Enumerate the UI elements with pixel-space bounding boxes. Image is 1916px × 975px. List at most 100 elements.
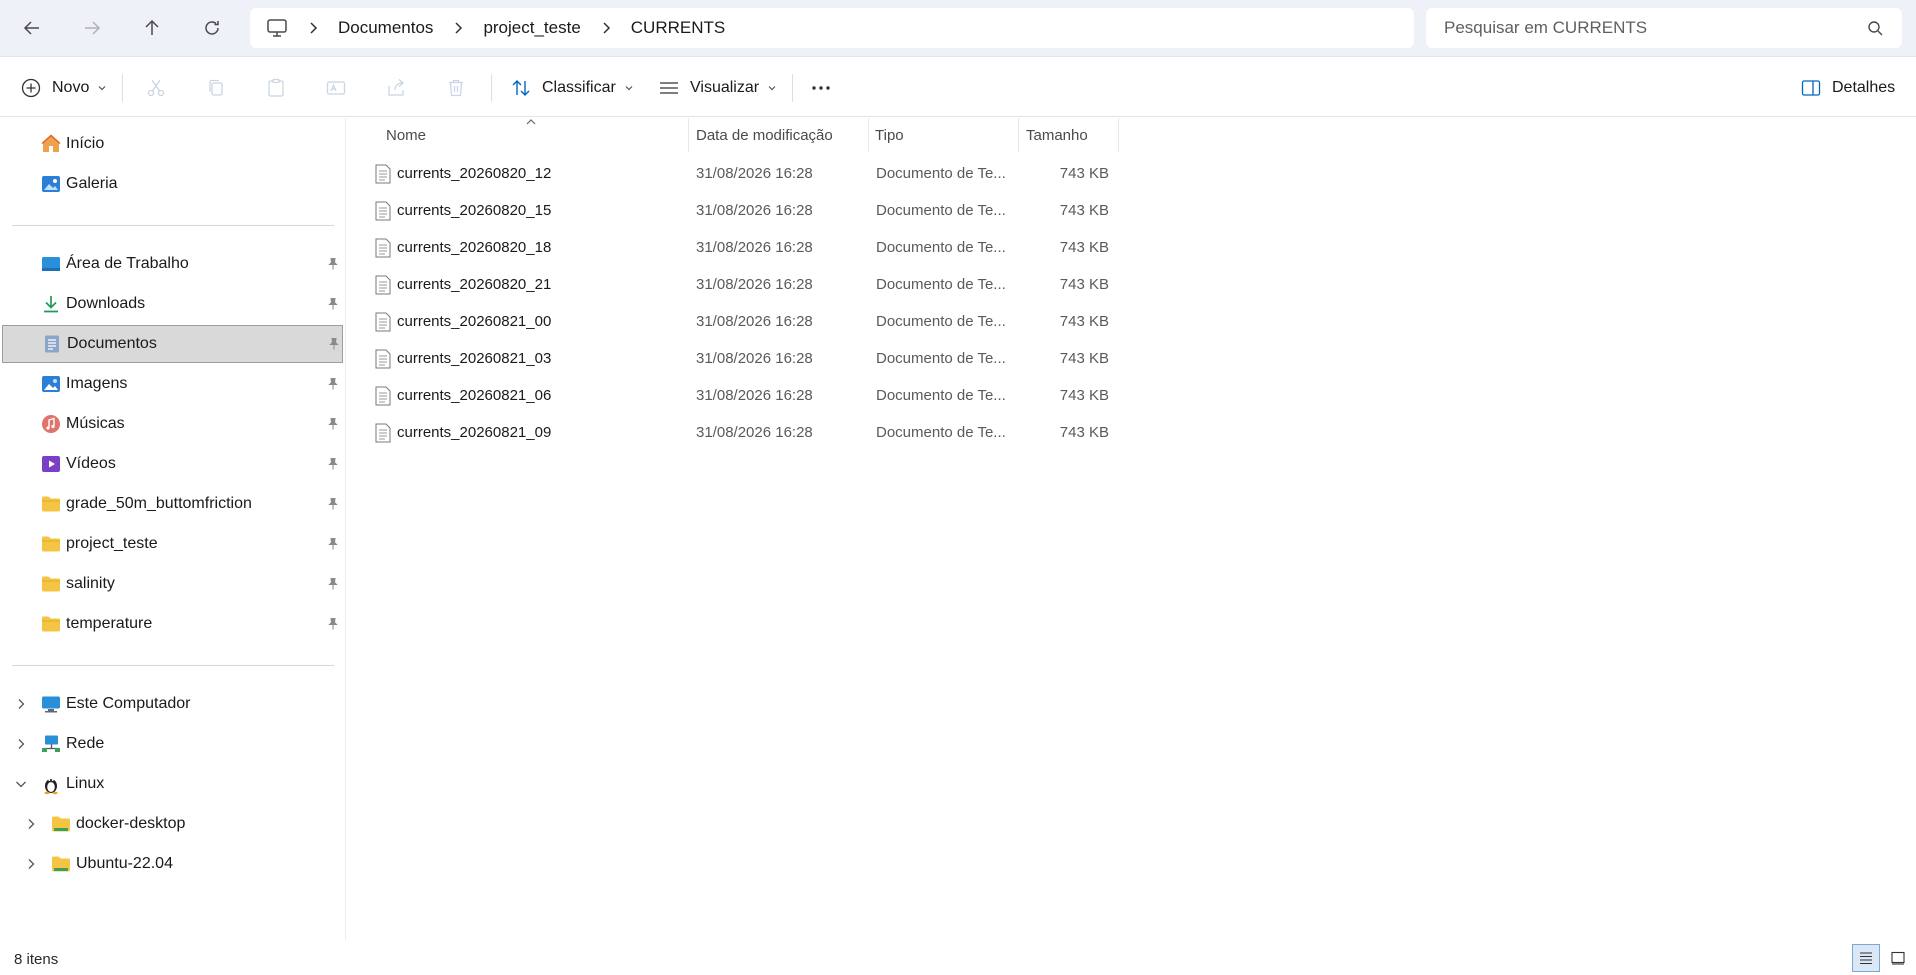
column-header-label: Nome: [386, 126, 427, 144]
details-pane-button[interactable]: Detalhes: [1800, 70, 1895, 106]
file-row[interactable]: currents_20260821_03 31/08/2026 16:28 Do…: [367, 340, 1117, 377]
up-button[interactable]: [132, 10, 172, 46]
file-row[interactable]: currents_20260820_15 31/08/2026 16:28 Do…: [367, 192, 1117, 229]
forward-button[interactable]: [72, 10, 112, 46]
command-bar: Novo Classificar Visualizar Detalhes: [0, 58, 1916, 117]
file-size: 743 KB: [1059, 276, 1109, 293]
column-header-name[interactable]: Nome: [347, 118, 689, 152]
file-size: 743 KB: [1059, 350, 1109, 367]
sidebar-item-inicio[interactable]: Início: [2, 125, 343, 163]
search-input[interactable]: [1444, 18, 1866, 38]
file-size: 743 KB: [1059, 424, 1109, 441]
details-view-button[interactable]: [1852, 944, 1880, 972]
new-button[interactable]: Novo: [20, 70, 107, 106]
breadcrumb[interactable]: Documentos project_teste CURRENTS: [250, 8, 1414, 48]
chevron-right-icon[interactable]: [24, 857, 38, 871]
scissors-icon: [147, 79, 165, 97]
chevron-right-icon[interactable]: [14, 697, 28, 711]
pin-icon[interactable]: [326, 457, 340, 471]
tiles-view-button[interactable]: [1884, 944, 1912, 972]
share-button[interactable]: [385, 70, 407, 106]
details-pane-label: Detalhes: [1832, 79, 1896, 96]
copy-button[interactable]: [205, 70, 227, 106]
pin-icon[interactable]: [326, 497, 340, 511]
column-header-size[interactable]: Tamanho: [1019, 118, 1119, 152]
sort-icon: [512, 80, 530, 96]
navigation-pane: Início Galeria Área de Trabalho Download…: [0, 118, 346, 940]
pin-icon[interactable]: [326, 377, 340, 391]
sidebar-item-salinity[interactable]: salinity: [2, 565, 343, 603]
search-box[interactable]: [1426, 8, 1902, 48]
file-row[interactable]: currents_20260821_09 31/08/2026 16:28 Do…: [367, 414, 1117, 451]
sidebar-item-label: salinity: [66, 575, 115, 592]
view-button[interactable]: Visualizar: [658, 70, 777, 106]
address-bar: Documentos project_teste CURRENTS: [0, 0, 1916, 57]
linux-folder-icon: [52, 816, 70, 832]
pin-icon[interactable]: [327, 337, 341, 351]
file-name: currents_20260821_06: [397, 387, 552, 404]
file-size: 743 KB: [1059, 165, 1109, 182]
share-icon: [388, 79, 404, 96]
rename-button[interactable]: [325, 70, 347, 106]
sidebar-item-linux[interactable]: Linux: [2, 765, 343, 803]
pin-icon[interactable]: [326, 297, 340, 311]
sidebar-item-este-computador[interactable]: Este Computador: [2, 685, 343, 723]
sidebar-item-grade-50m-buttomfriction[interactable]: grade_50m_buttomfriction: [2, 485, 343, 523]
paste-button[interactable]: [265, 70, 287, 106]
sidebar-item-label: Linux: [66, 775, 105, 792]
sidebar-item-area-de-trabalho[interactable]: Área de Trabalho: [2, 245, 343, 283]
file-row[interactable]: currents_20260820_18 31/08/2026 16:28 Do…: [367, 229, 1117, 266]
breadcrumb-item-project-teste[interactable]: project_teste: [483, 18, 580, 38]
pin-icon[interactable]: [326, 577, 340, 591]
cut-button[interactable]: [145, 70, 167, 106]
file-row[interactable]: currents_20260820_21 31/08/2026 16:28 Do…: [367, 266, 1117, 303]
refresh-button[interactable]: [192, 10, 232, 46]
back-button[interactable]: [12, 10, 52, 46]
more-options-button[interactable]: [810, 70, 832, 106]
column-header-label: Data de modificação: [696, 126, 833, 144]
search-icon[interactable]: [1866, 19, 1884, 37]
sidebar-item-docker-desktop[interactable]: docker-desktop: [2, 805, 343, 843]
sidebar-item-label: Rede: [66, 735, 105, 752]
file-row[interactable]: currents_20260821_00 31/08/2026 16:28 Do…: [367, 303, 1117, 340]
sidebar-item-videos[interactable]: Vídeos: [2, 445, 343, 483]
sidebar-item-downloads[interactable]: Downloads: [2, 285, 343, 323]
file-list: Nome Data de modificação Tipo Tamanho cu…: [347, 118, 1916, 940]
trash-icon: [449, 79, 463, 97]
pin-icon[interactable]: [326, 617, 340, 631]
toolbar-divider: [491, 74, 492, 102]
breadcrumb-item-currents[interactable]: CURRENTS: [631, 18, 725, 38]
pin-icon[interactable]: [326, 537, 340, 551]
breadcrumb-item-documentos[interactable]: Documentos: [338, 18, 433, 38]
sidebar-item-temperature[interactable]: temperature: [2, 605, 343, 643]
chevron-right-icon: [603, 22, 610, 34]
status-bar: 8 itens: [0, 940, 1916, 975]
details-view-icon: [1860, 952, 1872, 965]
sidebar-item-musicas[interactable]: Músicas: [2, 405, 343, 443]
column-header-type[interactable]: Tipo: [869, 118, 1019, 152]
text-file-icon: [375, 349, 391, 369]
clipboard-icon: [268, 78, 284, 97]
chevron-right-icon[interactable]: [14, 737, 28, 751]
file-row[interactable]: currents_20260820_12 31/08/2026 16:28 Do…: [367, 155, 1117, 192]
pin-icon[interactable]: [326, 417, 340, 431]
sidebar-item-rede[interactable]: Rede: [2, 725, 343, 763]
sidebar-item-project-teste[interactable]: project_teste: [2, 525, 343, 563]
file-size: 743 KB: [1059, 313, 1109, 330]
column-header-date[interactable]: Data de modificação: [689, 118, 869, 152]
item-count: 8 itens: [14, 951, 59, 968]
pin-icon[interactable]: [326, 257, 340, 271]
chevron-down-icon[interactable]: [14, 777, 28, 791]
sidebar-item-galeria[interactable]: Galeria: [2, 165, 343, 203]
delete-button[interactable]: [445, 70, 467, 106]
download-icon: [44, 296, 58, 313]
sidebar-item-imagens[interactable]: Imagens: [2, 365, 343, 403]
file-name: currents_20260820_21: [397, 276, 552, 293]
sidebar-item-ubuntu-22-04[interactable]: Ubuntu-22.04: [2, 845, 343, 883]
linux-folder-icon: [52, 856, 70, 872]
sort-button[interactable]: Classificar: [510, 70, 634, 106]
file-size: 743 KB: [1059, 239, 1109, 256]
chevron-right-icon[interactable]: [24, 817, 38, 831]
sidebar-item-documentos[interactable]: Documentos: [2, 325, 343, 363]
file-row[interactable]: currents_20260821_06 31/08/2026 16:28 Do…: [367, 377, 1117, 414]
